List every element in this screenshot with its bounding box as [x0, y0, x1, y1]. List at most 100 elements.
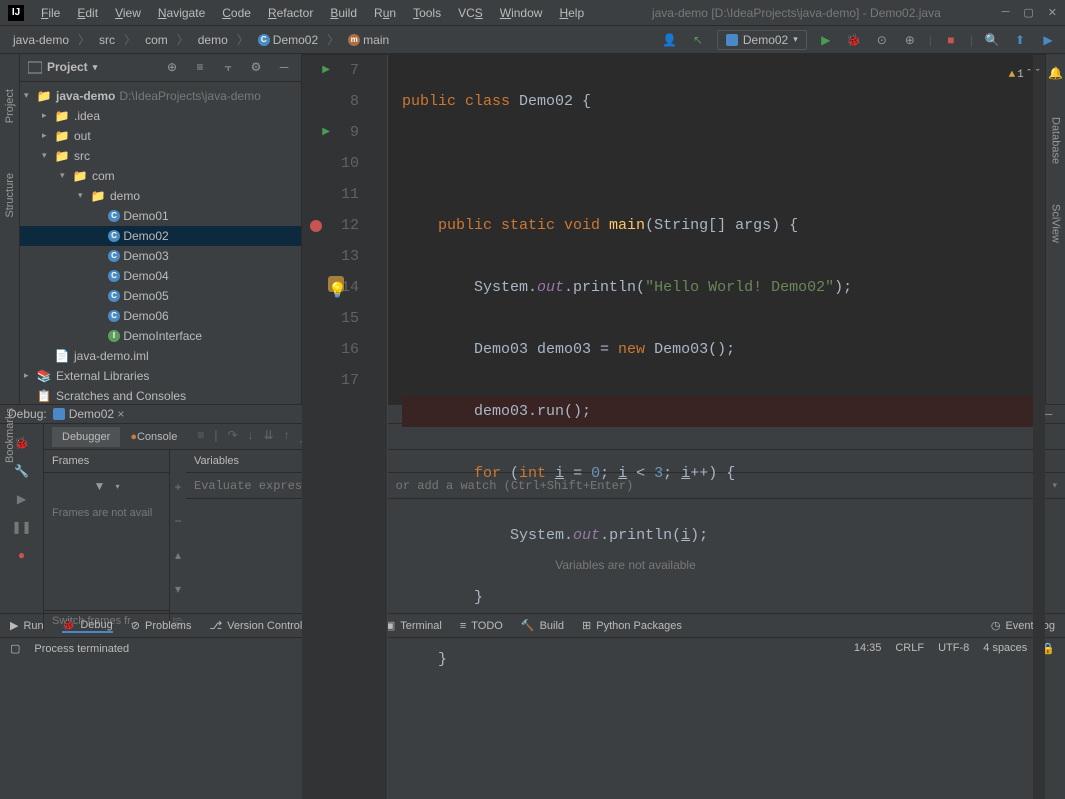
tree-interface[interactable]: I DemoInterface: [20, 326, 301, 346]
profile-icon[interactable]: ⊕: [901, 31, 919, 49]
tool-problems[interactable]: ⊘ Problems: [131, 619, 192, 632]
search-icon[interactable]: 🔍: [983, 31, 1001, 49]
crumb-com[interactable]: com: [140, 31, 173, 49]
crumb-class[interactable]: CDemo02: [253, 31, 323, 49]
tree-out[interactable]: ▸📁out: [20, 126, 301, 146]
menu-code[interactable]: Code: [215, 3, 258, 23]
tree-external-libs[interactable]: ▸📚External Libraries: [20, 366, 301, 386]
add-config-icon[interactable]: 👤: [661, 31, 679, 49]
status-icon[interactable]: ▢: [10, 642, 20, 655]
menu-refactor[interactable]: Refactor: [261, 3, 320, 23]
ide-icon[interactable]: ▶: [1039, 31, 1057, 49]
debug-icon[interactable]: 🐞: [845, 31, 863, 49]
stop-debug-icon[interactable]: ●: [13, 546, 31, 564]
menu-build[interactable]: Build: [323, 3, 364, 23]
crumb-project[interactable]: java-demo: [8, 31, 74, 49]
menu-view[interactable]: View: [108, 3, 148, 23]
menu-navigate[interactable]: Navigate: [151, 3, 212, 23]
inspection-indicator[interactable]: ▲1ˆˇ: [1009, 60, 1041, 91]
tree-idea[interactable]: ▸📁.idea: [20, 106, 301, 126]
hint-bulb-icon[interactable]: 💡: [328, 276, 344, 292]
menu-vcs[interactable]: VCS: [451, 3, 490, 23]
frames-filter[interactable]: ▼▾: [44, 473, 169, 499]
collapse-icon[interactable]: ⫟: [219, 58, 237, 76]
menu-help[interactable]: Help: [552, 3, 591, 23]
pause-icon[interactable]: ❚❚: [13, 518, 31, 536]
step-over-icon[interactable]: ↷: [227, 428, 237, 445]
menu-window[interactable]: Window: [493, 3, 550, 23]
tool-vcs[interactable]: ⎇ Version Control: [209, 619, 302, 632]
module-icon: [53, 408, 65, 420]
menu-edit[interactable]: Edit: [70, 3, 105, 23]
notifications-icon[interactable]: 🔔: [1047, 64, 1065, 82]
main-area: Project Structure Bookmarks Project ▾ ⊕ …: [0, 54, 1065, 404]
side-tab-project[interactable]: Project: [4, 84, 16, 128]
crumb-src[interactable]: src: [94, 31, 120, 49]
window-title: java-demo [D:\IdeaProjects\java-demo] - …: [591, 6, 1001, 20]
minimize-button[interactable]: ─: [1002, 6, 1010, 19]
up-watch-icon[interactable]: ▴: [175, 548, 181, 562]
code-editor[interactable]: ▶ ▶ 7891011121314151617 💡 public class D…: [302, 55, 1045, 799]
menu-file[interactable]: File: [34, 3, 67, 23]
force-step-icon[interactable]: ⇊: [264, 428, 274, 445]
tree-demo04[interactable]: C Demo04: [20, 266, 301, 286]
tree-demo01[interactable]: C Demo01: [20, 206, 301, 226]
coverage-icon[interactable]: ⊙: [873, 31, 891, 49]
expand-all-icon[interactable]: ≡: [191, 58, 209, 76]
tool-run[interactable]: ▶ Run: [10, 619, 44, 632]
console-tab[interactable]: ●Console: [120, 427, 187, 447]
tree-src[interactable]: ▾📁src: [20, 146, 301, 166]
line-gutter[interactable]: ▶ ▶ 7891011121314151617 💡: [302, 55, 374, 799]
side-tab-database[interactable]: Database: [1050, 112, 1062, 169]
run-gutter-icon[interactable]: ▶: [310, 55, 330, 86]
down-watch-icon[interactable]: ▾: [175, 582, 181, 596]
hide-panel-icon[interactable]: ─: [275, 58, 293, 76]
filter-icon[interactable]: ▼: [94, 479, 106, 493]
new-watch-icon[interactable]: +: [174, 480, 181, 494]
crumb-demo[interactable]: demo: [193, 31, 233, 49]
breakpoint-icon[interactable]: [310, 210, 330, 241]
project-panel: Project ▾ ⊕ ≡ ⫟ ⚙ ─ ▾📁java-demoD:\IdeaPr…: [20, 54, 302, 404]
run-icon[interactable]: ▶: [817, 31, 835, 49]
tree-demo05[interactable]: C Demo05: [20, 286, 301, 306]
close-button[interactable]: ✕: [1048, 6, 1057, 19]
back-icon[interactable]: ↖: [689, 31, 707, 49]
project-panel-title[interactable]: Project ▾: [28, 60, 97, 74]
code-content[interactable]: public class Demo02 { public static void…: [388, 55, 1033, 799]
sync-icon[interactable]: ⬆: [1011, 31, 1029, 49]
crumb-method[interactable]: mmain: [343, 31, 394, 49]
stop-icon[interactable]: ■: [942, 31, 960, 49]
remove-watch-icon[interactable]: −: [174, 514, 181, 528]
frames-panel: Frames ▼▾ Frames are not avail Switch fr…: [44, 450, 170, 631]
maximize-button[interactable]: ▢: [1023, 6, 1033, 19]
error-stripe[interactable]: ▲1ˆˇ: [1033, 55, 1045, 799]
run-config-selector[interactable]: Demo02▾: [717, 30, 807, 50]
side-tab-structure[interactable]: Structure: [4, 168, 16, 223]
tree-demo03[interactable]: C Demo03: [20, 246, 301, 266]
fold-gutter[interactable]: [374, 55, 388, 799]
settings-icon[interactable]: ⚙: [247, 58, 265, 76]
tree-demo[interactable]: ▾📁demo: [20, 186, 301, 206]
tree-root[interactable]: ▾📁java-demoD:\IdeaProjects\java-demo: [20, 86, 301, 106]
tree-com[interactable]: ▾📁com: [20, 166, 301, 186]
menu-run[interactable]: Run: [367, 3, 403, 23]
menu-tools[interactable]: Tools: [406, 3, 448, 23]
show-exec-icon[interactable]: ≡: [197, 428, 204, 445]
app-logo: IJ: [8, 5, 24, 21]
run-gutter-icon[interactable]: ▶: [310, 117, 330, 148]
tree-scratches[interactable]: 📋Scratches and Consoles: [20, 386, 301, 404]
tool-debug[interactable]: 🐞 Debug: [62, 618, 113, 633]
resume-icon[interactable]: ▶: [13, 490, 31, 508]
side-tab-bookmarks[interactable]: Bookmarks: [4, 403, 16, 468]
select-opened-icon[interactable]: ⊕: [163, 58, 181, 76]
step-into-icon[interactable]: ↓: [248, 428, 254, 445]
breadcrumb: java-demo〉 src〉 com〉 demo〉 CDemo02〉 mmai…: [8, 31, 394, 49]
project-tree: ▾📁java-demoD:\IdeaProjects\java-demo ▸📁.…: [20, 82, 301, 404]
debugger-tab[interactable]: Debugger: [52, 427, 120, 447]
side-tab-sciview[interactable]: SciView: [1050, 199, 1062, 248]
step-out-icon[interactable]: ↑: [284, 428, 290, 445]
tree-iml[interactable]: 📄java-demo.iml: [20, 346, 301, 366]
tree-demo02[interactable]: C Demo02: [20, 226, 301, 246]
debug-config-name[interactable]: Demo02: [69, 407, 114, 421]
tree-demo06[interactable]: C Demo06: [20, 306, 301, 326]
